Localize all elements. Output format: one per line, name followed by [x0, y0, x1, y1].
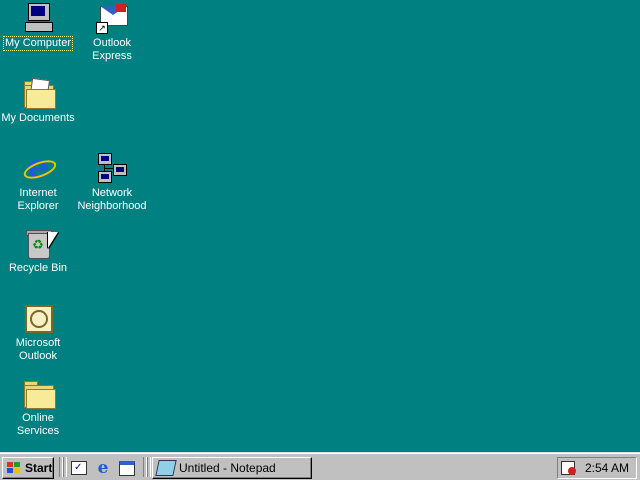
desktop-icon-my-documents[interactable]: My Documents [0, 77, 76, 125]
desktop-icon-label: Microsoft Outlook [15, 337, 61, 362]
show-desktop-icon[interactable]: ✓ [70, 459, 88, 477]
desktop-icon-my-computer[interactable]: My Computer [0, 2, 76, 51]
mouse-cursor-icon [48, 232, 58, 248]
desktop-icon-outlook-express[interactable]: ↗ Outlook Express [74, 2, 150, 63]
desktop-icon-label: Network Neighborhood [77, 187, 147, 212]
start-label: Start [25, 461, 53, 475]
folder-documents-icon [22, 77, 56, 109]
task-button-notepad[interactable]: Untitled - Notepad [152, 457, 312, 479]
folder-icon [22, 377, 56, 409]
notepad-icon [155, 460, 177, 476]
desktop-icon-internet-explorer[interactable]: e Internet Explorer [0, 150, 76, 213]
desktop-icon-label: Outlook Express [92, 37, 132, 62]
desktop-icon-label: Internet Explorer [17, 187, 59, 212]
taskbar: Start ✓ e Untitled - Notepad 2:54 AM [0, 452, 640, 480]
tray-scheduler-icon[interactable] [561, 461, 577, 475]
outlook-icon [22, 302, 54, 334]
start-button[interactable]: Start [2, 457, 54, 479]
outlook-express-icon[interactable] [118, 459, 136, 477]
desktop: My Computer ↗ Outlook Express My Documen… [0, 0, 640, 452]
outlook-express-icon: ↗ [96, 2, 128, 34]
internet-explorer-icon[interactable]: e [94, 458, 112, 478]
internet-explorer-icon: e [21, 150, 59, 184]
clock[interactable]: 2:54 AM [585, 461, 629, 475]
desktop-icon-network-neighborhood[interactable]: Network Neighborhood [74, 152, 150, 213]
desktop-icon-microsoft-outlook[interactable]: Microsoft Outlook [0, 302, 76, 363]
windows-logo-icon [6, 461, 22, 475]
desktop-icon-label: Online Services [16, 412, 60, 437]
desktop-icon-label: My Computer [2, 36, 74, 51]
desktop-icon-label: Recycle Bin [8, 262, 68, 274]
desktop-icon-recycle-bin[interactable]: ♻ Recycle Bin [0, 227, 76, 275]
network-icon [96, 152, 128, 184]
desktop-icon-online-services[interactable]: Online Services [0, 377, 76, 438]
taskbar-grip[interactable] [147, 457, 151, 477]
desktop-icon-label: My Documents [1, 112, 75, 124]
task-label: Untitled - Notepad [179, 461, 276, 475]
system-tray: 2:54 AM [557, 457, 637, 479]
quick-launch-grip[interactable] [63, 457, 67, 477]
computer-icon [22, 2, 54, 34]
